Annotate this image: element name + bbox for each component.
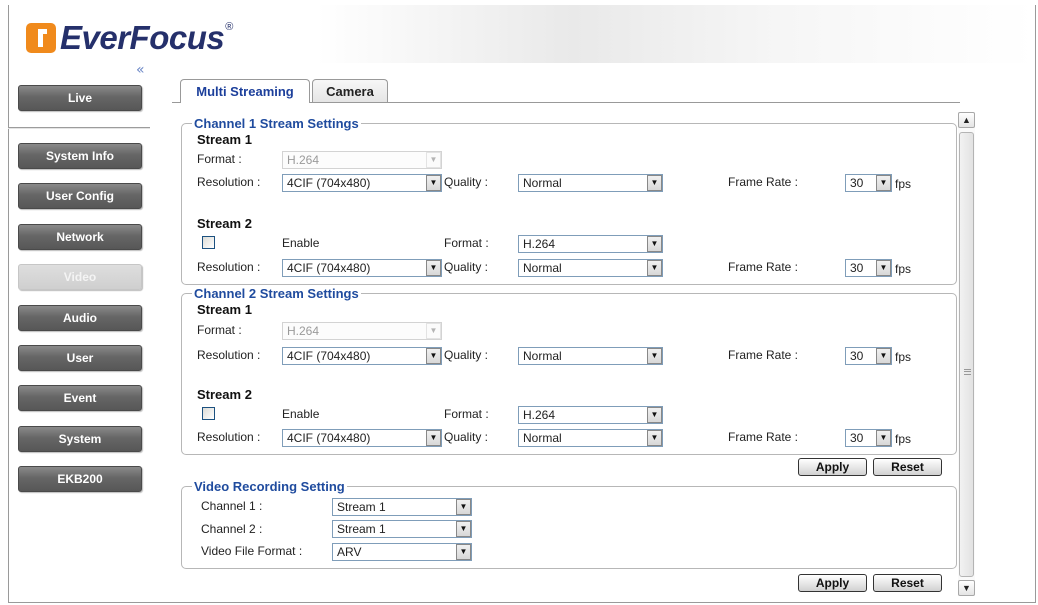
ch2-s2-resolution-label: Resolution :: [197, 430, 261, 444]
sidebar-divider: [8, 127, 150, 129]
ch1-s1-resolution-select[interactable]: 4CIF (704x480) ▼: [282, 174, 442, 192]
sidebar-item-system[interactable]: System: [18, 426, 142, 452]
chevron-down-icon: ▼: [647, 175, 662, 191]
rec-file-format-select[interactable]: ARV ▼: [332, 543, 472, 561]
chevron-down-icon: ▼: [426, 323, 441, 339]
rec-file-format-label: Video File Format :: [201, 544, 303, 558]
chevron-down-icon: ▼: [426, 175, 441, 191]
chevron-down-icon: ▼: [647, 260, 662, 276]
ch2-s1-resolution-select[interactable]: 4CIF (704x480) ▼: [282, 347, 442, 365]
ch2-stream1-title: Stream 1: [197, 302, 252, 317]
apply-stream-button[interactable]: Apply: [798, 458, 867, 476]
scroll-up-icon[interactable]: ▲: [958, 112, 975, 128]
chevron-down-icon: ▼: [876, 348, 891, 364]
ch2-s2-format-select[interactable]: H.264 ▼: [518, 406, 663, 424]
scrollbar-grip-icon: [964, 369, 971, 375]
chevron-down-icon: ▼: [426, 430, 441, 446]
ch2-s2-quality-select[interactable]: Normal ▼: [518, 429, 663, 447]
sidebar-item-network[interactable]: Network: [18, 224, 142, 250]
sidebar-item-event[interactable]: Event: [18, 385, 142, 411]
ch2-s2-framerate-select[interactable]: 30 ▼: [845, 429, 892, 447]
channel1-title: Channel 1 Stream Settings: [192, 116, 361, 131]
ch1-s2-format-select[interactable]: H.264 ▼: [518, 235, 663, 253]
ch1-s1-format-select: H.264 ▼: [282, 151, 442, 169]
ch2-s1-format-select: H.264 ▼: [282, 322, 442, 340]
chevron-down-icon: ▼: [426, 152, 441, 168]
sidebar-item-system-info[interactable]: System Info: [18, 143, 142, 169]
ch1-s2-resolution-select[interactable]: 4CIF (704x480) ▼: [282, 259, 442, 277]
channel2-fieldset: Channel 2 Stream Settings Stream 1 Forma…: [181, 286, 957, 455]
chevron-down-icon: ▼: [426, 260, 441, 276]
ch2-s2-quality-label: Quality :: [444, 430, 489, 444]
tab-camera[interactable]: Camera: [312, 79, 388, 102]
ch2-s1-quality-label: Quality :: [444, 348, 489, 362]
ch1-s2-framerate-label: Frame Rate :: [728, 260, 799, 274]
ch1-s2-enable-label: Enable: [282, 236, 320, 250]
vertical-scrollbar[interactable]: ▲ ▼: [958, 112, 975, 596]
sidebar-item-user[interactable]: User: [18, 345, 142, 371]
sidebar-item-ekb200[interactable]: EKB200: [18, 466, 142, 492]
rec-channel2-label: Channel 2 :: [201, 522, 263, 536]
chevron-down-icon: ▼: [647, 236, 662, 252]
video-recording-title: Video Recording Setting: [192, 479, 347, 494]
chevron-down-icon: ▼: [456, 544, 471, 560]
chevron-down-icon: ▼: [876, 260, 891, 276]
ch1-s1-framerate-select[interactable]: 30 ▼: [845, 174, 892, 192]
ch1-s2-resolution-label: Resolution :: [197, 260, 261, 274]
ch2-s2-format-label: Format :: [444, 407, 489, 421]
sidebar-item-video[interactable]: Video: [18, 264, 142, 290]
sidebar-item-live[interactable]: Live: [18, 85, 142, 111]
ch2-s2-fps-unit: fps: [895, 432, 912, 446]
ch1-s1-format-label: Format :: [197, 152, 242, 166]
rec-channel2-select[interactable]: Stream 1 ▼: [332, 520, 472, 538]
ch2-stream2-title: Stream 2: [197, 387, 252, 402]
ch1-s2-fps-unit: fps: [895, 262, 912, 276]
scroll-down-icon[interactable]: ▼: [958, 580, 975, 596]
rec-channel1-select[interactable]: Stream 1 ▼: [332, 498, 472, 516]
ch2-s2-enable-label: Enable: [282, 407, 320, 421]
chevron-down-icon: ▼: [876, 430, 891, 446]
sidebar-item-user-config[interactable]: User Config: [18, 183, 142, 209]
ch2-s2-resolution-select[interactable]: 4CIF (704x480) ▼: [282, 429, 442, 447]
chevron-down-icon: ▼: [426, 348, 441, 364]
channel1-fieldset: Channel 1 Stream Settings Stream 1 Forma…: [181, 116, 957, 285]
chevron-down-icon: ▼: [456, 521, 471, 537]
ch1-s1-quality-label: Quality :: [444, 175, 489, 189]
ch2-s2-enable-checkbox[interactable]: [202, 407, 215, 420]
ch2-s1-quality-select[interactable]: Normal ▼: [518, 347, 663, 365]
video-recording-fieldset: Video Recording Setting Channel 1 : Stre…: [181, 479, 957, 569]
ch2-s2-framerate-label: Frame Rate :: [728, 430, 799, 444]
ch1-s2-enable-checkbox[interactable]: [202, 236, 215, 249]
rec-channel1-label: Channel 1 :: [201, 499, 263, 513]
ch1-stream1-title: Stream 1: [197, 132, 252, 147]
ch2-s1-format-label: Format :: [197, 323, 242, 337]
collapse-sidebar-icon[interactable]: «: [136, 62, 145, 78]
channel2-title: Channel 2 Stream Settings: [192, 286, 361, 301]
ch1-s1-fps-unit: fps: [895, 177, 912, 191]
chevron-down-icon: ▼: [647, 348, 662, 364]
ch1-s1-resolution-label: Resolution :: [197, 175, 261, 189]
chevron-down-icon: ▼: [647, 430, 662, 446]
sidebar-item-audio[interactable]: Audio: [18, 305, 142, 331]
ch1-s2-framerate-select[interactable]: 30 ▼: [845, 259, 892, 277]
ch1-s1-quality-select[interactable]: Normal ▼: [518, 174, 663, 192]
chevron-down-icon: ▼: [876, 175, 891, 191]
tab-multi-streaming[interactable]: Multi Streaming: [180, 79, 310, 103]
ch2-s1-resolution-label: Resolution :: [197, 348, 261, 362]
ch1-s2-quality-label: Quality :: [444, 260, 489, 274]
chevron-down-icon: ▼: [456, 499, 471, 515]
ch1-s2-quality-select[interactable]: Normal ▼: [518, 259, 663, 277]
ch2-s1-framerate-label: Frame Rate :: [728, 348, 799, 362]
ch2-s1-fps-unit: fps: [895, 350, 912, 364]
reset-stream-button[interactable]: Reset: [873, 458, 942, 476]
ch1-s1-framerate-label: Frame Rate :: [728, 175, 799, 189]
ch1-s2-format-label: Format :: [444, 236, 489, 250]
scrollbar-thumb[interactable]: [959, 132, 974, 577]
apply-recording-button[interactable]: Apply: [798, 574, 867, 592]
ch2-s1-framerate-select[interactable]: 30 ▼: [845, 347, 892, 365]
reset-recording-button[interactable]: Reset: [873, 574, 942, 592]
ch1-stream2-title: Stream 2: [197, 216, 252, 231]
chevron-down-icon: ▼: [647, 407, 662, 423]
